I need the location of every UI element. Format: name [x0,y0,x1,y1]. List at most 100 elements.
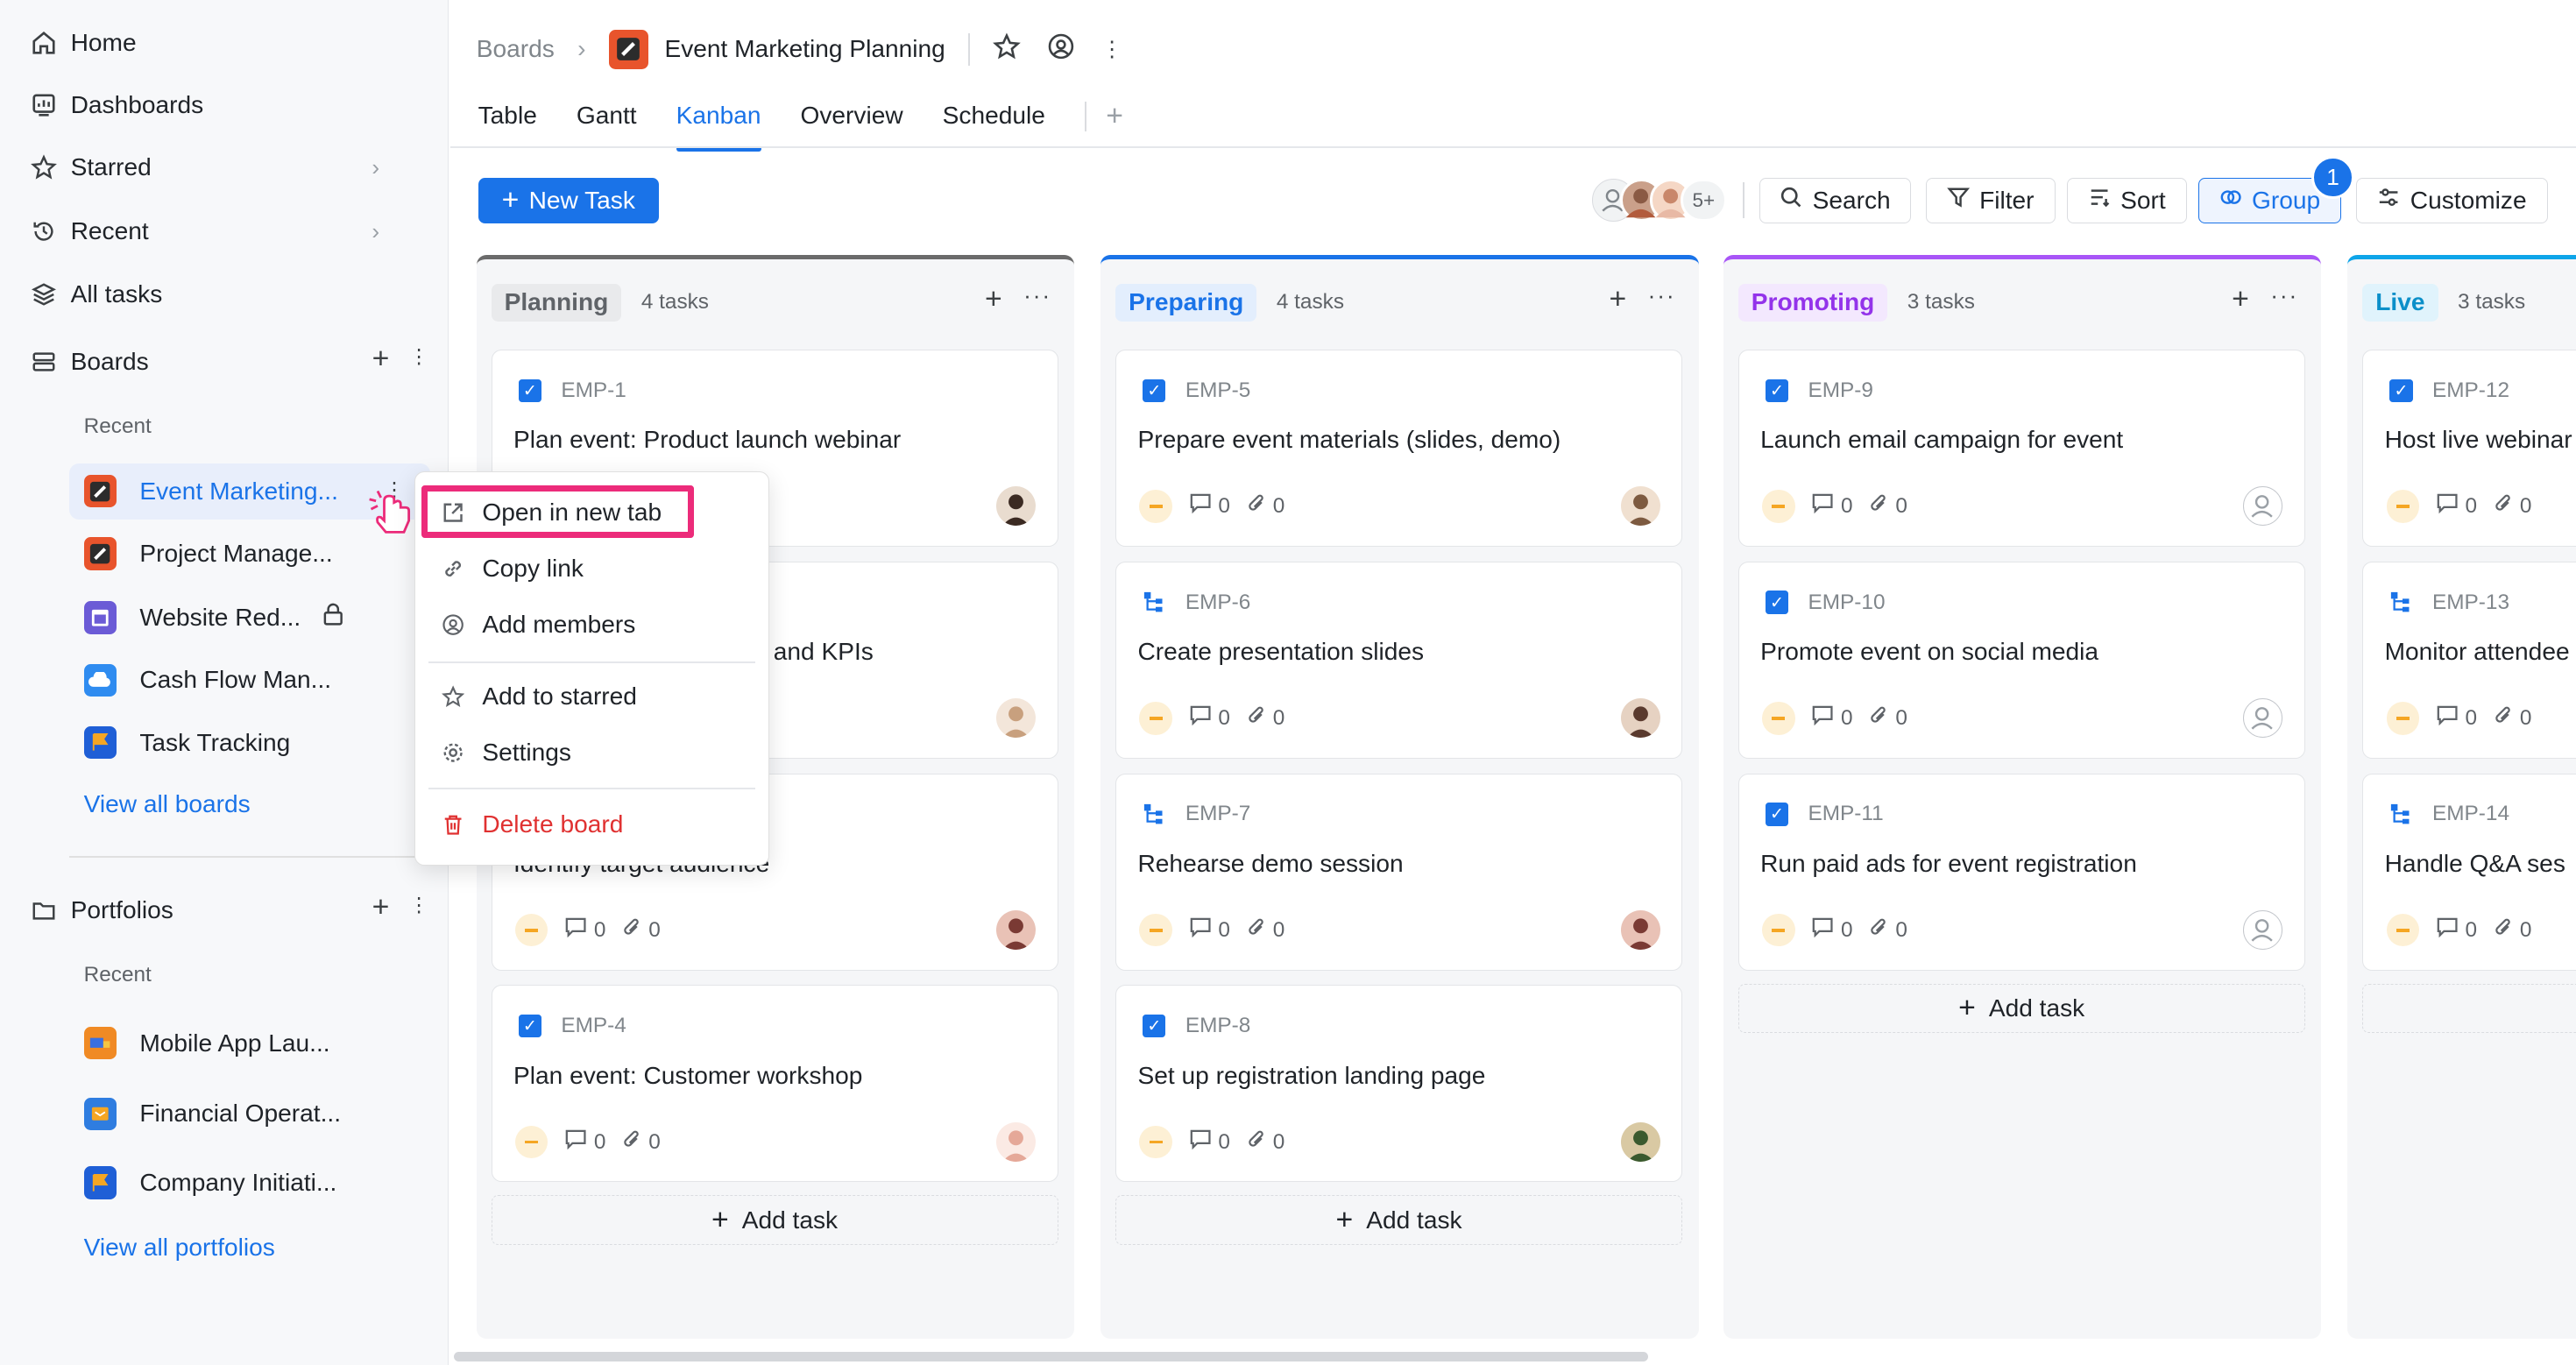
task-card[interactable]: EMP-7 Rehearse demo session 0 0 [1115,773,1682,971]
horizontal-scrollbar[interactable] [453,1352,1648,1362]
more-vertical-icon[interactable]: ⋮ [1101,36,1122,62]
priority-medium-icon[interactable] [1139,490,1172,523]
nav-portfolios[interactable]: Portfolios + ⋮ [30,890,428,930]
task-title: Host live webinar [2384,426,2572,453]
new-task-button[interactable]: + New Task [478,177,659,223]
link-icon [440,555,466,582]
task-card[interactable]: ✓ EMP-9 Launch email campaign for event 0 0 [1737,349,2305,547]
view-all-portfolios-link[interactable]: View all portfolios [84,1234,275,1262]
unassigned-avatar-icon[interactable] [2243,698,2283,739]
menu-copy-link[interactable]: Copy link [440,555,584,583]
menu-open-new-tab[interactable]: Open in new tab [440,499,662,527]
tab-overview[interactable]: Overview [801,102,903,148]
menu-settings[interactable]: Settings [440,739,571,767]
more-horizontal-icon[interactable]: ··· [2270,282,2298,309]
priority-medium-icon[interactable] [2386,913,2419,947]
chevron-right-icon[interactable]: › [372,154,379,181]
assignee-avatar[interactable] [1620,910,1660,951]
chevron-right-icon[interactable]: › [372,218,379,245]
priority-medium-icon[interactable] [514,1125,548,1159]
task-card[interactable]: ✓ EMP-10 Promote event on social media 0 0 [1737,561,2305,759]
plus-icon: + [711,1203,729,1236]
task-card[interactable]: ✓ EMP-8 Set up registration landing page 0 0 [1115,985,1682,1183]
add-view-icon[interactable]: + [1106,101,1123,148]
add-task-button[interactable]: + Add task [491,1195,1058,1245]
board-item-event-marketing[interactable]: Event Marketing... [83,471,338,511]
priority-medium-icon[interactable] [1139,1125,1172,1159]
search-button[interactable]: Search [1759,177,1911,223]
filter-button[interactable]: Filter [1925,177,2056,223]
assignee-avatar[interactable] [996,486,1037,527]
task-card[interactable]: EMP-13 Monitor attendee 0 0 [2362,561,2576,759]
add-task-icon[interactable]: + [985,282,1002,316]
nav-all-tasks[interactable]: All tasks [30,274,162,314]
menu-add-members[interactable]: Add members [440,611,635,639]
more-horizontal-icon[interactable]: ··· [1023,282,1051,309]
task-card[interactable]: EMP-6 Create presentation slides 0 0 [1115,561,1682,759]
add-task-icon[interactable]: + [1610,282,1627,316]
assignee-avatar[interactable] [996,910,1037,951]
assignee-avatar[interactable] [1620,698,1660,739]
subtask-icon [1143,803,1165,825]
breadcrumb-boards[interactable]: Boards [477,35,555,63]
tab-table[interactable]: Table [478,102,537,148]
priority-medium-icon[interactable] [1762,490,1795,523]
more-vertical-icon[interactable]: ⋮ [409,345,429,368]
priority-medium-icon[interactable] [2386,490,2419,523]
column-task-count: 4 tasks [1276,290,1345,315]
add-portfolio-icon[interactable]: + [372,890,390,924]
attachment-count: 0 [1895,705,1907,730]
priority-medium-icon[interactable] [2386,702,2419,735]
view-all-boards-link[interactable]: View all boards [84,790,251,818]
assignee-avatar[interactable] [996,698,1037,739]
star-icon[interactable] [993,32,1021,67]
truck-icon [83,1026,117,1060]
more-horizontal-icon[interactable]: ··· [1648,282,1676,309]
board-item-website-redesign[interactable]: Website Red... [83,598,343,638]
board-item-project-management[interactable]: Project Manage... [83,534,333,573]
add-task-button[interactable]: + Add task [1115,1195,1682,1245]
priority-medium-icon[interactable] [1139,702,1172,735]
add-task-button[interactable]: + [2362,983,2576,1033]
more-vertical-icon[interactable]: ⋮ [409,894,429,916]
members-icon[interactable] [1047,32,1075,67]
board-item-task-tracking[interactable]: Task Tracking [83,723,291,762]
portfolio-item-mobile-app[interactable]: Mobile App Lau... [83,1023,330,1063]
board-item-cash-flow[interactable]: Cash Flow Man... [83,661,331,700]
priority-medium-icon[interactable] [1139,913,1172,947]
board-item-label: Task Tracking [139,728,291,756]
nav-boards[interactable]: Boards + ⋮ [30,342,428,381]
assignee-avatar[interactable] [996,1122,1037,1162]
member-avatars[interactable]: 5+ [1591,179,1730,223]
sort-button[interactable]: Sort [2066,177,2187,223]
menu-add-starred[interactable]: Add to starred [440,682,637,711]
tab-schedule[interactable]: Schedule [943,102,1045,148]
priority-medium-icon[interactable] [1762,702,1795,735]
task-card[interactable]: ✓ EMP-5 Prepare event materials (slides, d… [1115,349,1682,547]
priority-medium-icon[interactable] [1762,913,1795,947]
unassigned-avatar-icon[interactable] [2243,486,2283,527]
task-card[interactable]: ✓ EMP-11 Run paid ads for event registrati… [1737,773,2305,971]
add-task-icon[interactable]: + [2232,282,2249,316]
task-card[interactable]: ✓ EMP-12 Host live webinar 0 0 [2362,349,2576,547]
assignee-avatar[interactable] [1620,486,1660,527]
priority-medium-icon[interactable] [514,913,548,947]
menu-delete-board[interactable]: Delete board [440,810,623,838]
unassigned-avatar-icon[interactable] [2243,910,2283,951]
portfolio-item-company[interactable]: Company Initiati... [83,1163,336,1203]
task-card[interactable]: EMP-14 Handle Q&A ses 0 0 [2362,773,2576,971]
add-task-button[interactable]: + Add task [1737,983,2305,1033]
portfolio-item-financial[interactable]: Financial Operat... [83,1094,341,1134]
nav-recent[interactable]: Recent › [30,212,419,251]
tab-gantt[interactable]: Gantt [577,102,637,148]
assignee-avatar[interactable] [1620,1122,1660,1162]
add-board-icon[interactable]: + [372,342,390,376]
paperclip-icon [2494,916,2514,944]
tab-kanban[interactable]: Kanban [676,102,761,152]
nav-dashboards[interactable]: Dashboards [30,86,203,125]
task-card[interactable]: ✓ EMP-4 Plan event: Customer workshop 0 0 [491,985,1058,1183]
customize-button[interactable]: Customize [2355,177,2549,223]
nav-home[interactable]: Home [30,23,137,62]
nav-starred[interactable]: Starred › [30,148,419,187]
filter-icon [1946,186,1970,215]
